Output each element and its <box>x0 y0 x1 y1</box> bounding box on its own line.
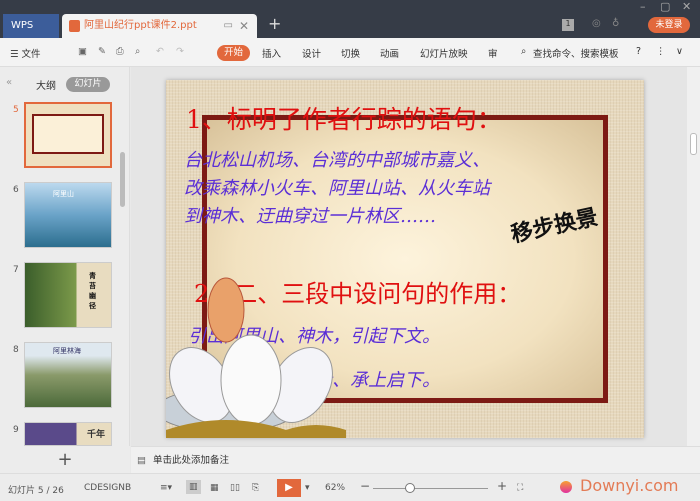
tab-slides[interactable]: 幻灯片 <box>66 77 110 92</box>
play-slideshow-button[interactable]: ▶ <box>277 479 301 497</box>
tab-transition[interactable]: 切换 <box>341 46 360 60</box>
thumb-title: 阿里山 <box>53 190 74 198</box>
play-options-icon[interactable]: ▾ <box>305 483 310 493</box>
notes-icon: ▤ <box>137 455 146 466</box>
sorter-view-icon[interactable]: ▦ <box>210 483 219 493</box>
slide-number: 6 <box>13 185 19 195</box>
title-bar: WPS 阿里山纪行ppt课件2.ppt ▭ ✕ + 1 ◎ ♁ 未登录 – ▢ … <box>0 0 700 38</box>
slide-thumbnail-7[interactable]: 青苔幽径 <box>24 262 112 328</box>
page-badge[interactable]: 1 <box>562 19 574 31</box>
redo-icon[interactable]: ↷ <box>176 46 184 57</box>
slide-body-line: 到神木、迂曲穿过一片林区…… <box>184 206 436 227</box>
notes-placeholder: 单击此处添加备注 <box>153 455 230 466</box>
normal-view-icon[interactable]: ▥ <box>186 480 201 494</box>
slide-number: 5 <box>13 105 19 115</box>
add-slide-button[interactable]: + <box>0 446 130 473</box>
preview-icon[interactable]: ⌕ <box>135 46 140 57</box>
slide-thumbnail-5[interactable] <box>24 102 112 168</box>
tab-start[interactable]: 开始 <box>217 45 250 61</box>
ppt-file-icon <box>69 20 80 32</box>
zoom-slider[interactable] <box>373 488 488 489</box>
theme-name: CDESIGNB <box>84 483 132 493</box>
reading-view-icon[interactable]: ▯▯ <box>230 483 240 493</box>
document-tab-label: 阿里山纪行ppt课件2.ppt <box>84 20 197 31</box>
slide-number: 9 <box>13 425 19 435</box>
search-command[interactable]: 查找命令、搜索模板 <box>533 46 619 60</box>
collapse-panel-icon[interactable]: « <box>6 77 12 88</box>
tab-design[interactable]: 设计 <box>302 46 321 60</box>
undo-icon[interactable]: ↶ <box>156 46 164 57</box>
search-icon[interactable]: ⌕ <box>521 46 526 57</box>
vertical-scrollbar[interactable] <box>687 67 700 446</box>
save-icon[interactable]: ▣ <box>78 46 87 57</box>
slide-thumbnail-6[interactable]: 阿里山 <box>24 182 112 248</box>
pin-icon[interactable]: ▭ <box>224 14 233 38</box>
file-menu[interactable]: ☰ 文件 <box>10 46 41 60</box>
slide-number: 7 <box>13 265 19 275</box>
close-tab-icon[interactable]: ✕ <box>239 14 249 38</box>
close-window-button[interactable]: ✕ <box>682 0 691 13</box>
format-painter-icon[interactable]: ✎ <box>98 46 106 57</box>
tab-animation[interactable]: 动画 <box>380 46 399 60</box>
thumb-title: 青苔幽径 <box>89 272 96 310</box>
zoom-slider-handle[interactable] <box>405 483 415 493</box>
tab-slideshow[interactable]: 幻灯片放映 <box>420 46 468 60</box>
collapse-ribbon-icon[interactable]: ∨ <box>676 46 683 57</box>
slide-heading-1: 1、标明了作者行踪的语句： <box>186 105 502 134</box>
slide-number: 8 <box>13 345 19 355</box>
login-button[interactable]: 未登录 <box>648 17 690 33</box>
zoom-out-button[interactable]: − <box>360 479 370 493</box>
document-tab[interactable]: 阿里山纪行ppt课件2.ppt ▭ ✕ <box>62 14 257 38</box>
status-bar: 幻灯片 5 / 26 CDESIGNB ≡▾ ▥ ▦ ▯▯ ⎘ ▶ ▾ 62% … <box>0 473 700 501</box>
notes-toggle-icon[interactable]: ≡▾ <box>160 483 172 493</box>
zoom-in-button[interactable]: + <box>497 479 507 493</box>
thumb-title: 阿里林海 <box>53 347 81 355</box>
new-tab-button[interactable]: + <box>268 14 281 33</box>
tab-review[interactable]: 审 <box>488 46 498 60</box>
lotus-image <box>166 277 346 438</box>
notes-field[interactable]: ▤ 单击此处添加备注 <box>131 446 700 473</box>
app-logo-icon <box>560 481 572 493</box>
current-slide[interactable]: 1、标明了作者行踪的语句： 台北松山机场、台湾的中部城市嘉义、 改乘森林小火车、… <box>166 80 644 438</box>
shirt-icon[interactable]: ♁ <box>612 18 619 29</box>
tab-outline[interactable]: 大纲 <box>36 77 56 92</box>
fit-window-icon[interactable]: ⛶ <box>517 483 523 493</box>
wps-home-tab[interactable]: WPS <box>3 14 59 38</box>
panel-scrollbar[interactable] <box>120 152 125 207</box>
tab-insert[interactable]: 插入 <box>262 46 281 60</box>
thumb-title: 千年 <box>87 430 106 440</box>
minimize-button[interactable]: – <box>640 0 646 13</box>
print-icon[interactable]: ⎙ <box>116 46 124 57</box>
slide-panel: « 大纲 幻灯片 5 6 阿里山 7 青苔幽径 8 阿里林海 9 千年 <box>0 67 130 446</box>
skin-icon[interactable]: ◎ <box>592 18 601 29</box>
slide-thumbnail-9[interactable]: 千年 <box>24 422 112 446</box>
presenter-icon[interactable]: ⎘ <box>252 483 259 493</box>
watermark: Downyi.com <box>580 476 679 495</box>
zoom-level[interactable]: 62% <box>325 483 345 493</box>
more-icon[interactable]: ⋮ <box>656 46 666 57</box>
maximize-button[interactable]: ▢ <box>660 0 670 13</box>
slide-counter: 幻灯片 5 / 26 <box>8 486 64 496</box>
slide-body-line: 台北松山机场、台湾的中部城市嘉义、 <box>184 150 490 171</box>
slide-thumbnail-8[interactable]: 阿里林海 <box>24 342 112 408</box>
slide-body-line: 改乘森林小火车、阿里山站、从火车站 <box>184 178 490 199</box>
ribbon-toolbar: ☰ 文件 ▣ ✎ ⎙ ⌕ ↶ ↷ 开始 插入 设计 切换 动画 幻灯片放映 审 … <box>0 38 700 67</box>
help-button[interactable]: ? <box>636 46 641 57</box>
